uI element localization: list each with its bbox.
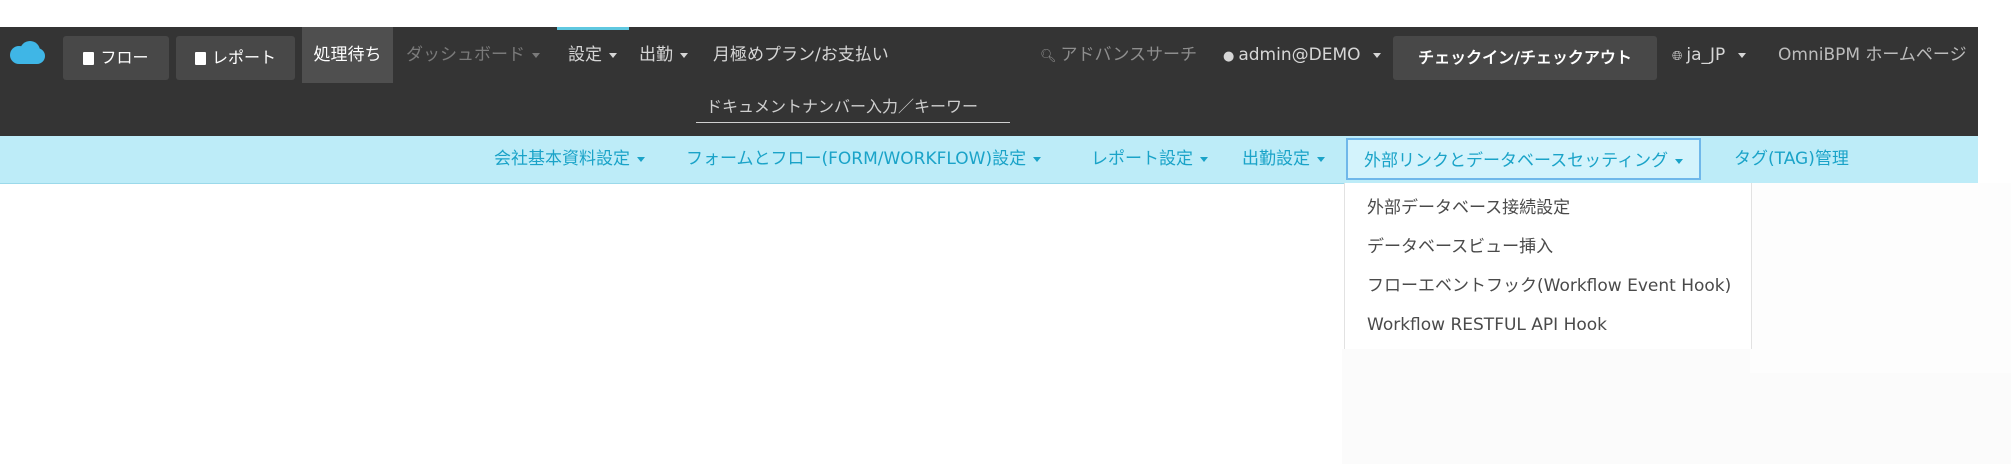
language-label: ja_JP	[1686, 45, 1726, 65]
chart-icon	[194, 51, 206, 65]
nav-attendance[interactable]: 出勤	[639, 27, 688, 83]
nav-settings[interactable]: 設定	[568, 27, 617, 83]
flow-button[interactable]: フロー	[63, 36, 169, 80]
report-button-label: レポート	[211, 48, 276, 67]
pending-tasks-button[interactable]: 処理待ち	[302, 27, 393, 83]
homepage-link[interactable]: OmniBPM ホームページ	[1778, 27, 1967, 83]
search-icon: 🔍︎	[1040, 49, 1057, 64]
user-name: admin@DEMO	[1238, 45, 1361, 65]
nav-plan-payment[interactable]: 月極めプラン/お支払い	[713, 27, 889, 83]
report-button[interactable]: レポート	[176, 36, 295, 80]
checkin-checkout-label: チェックイン/チェックアウト	[1418, 48, 1632, 67]
dropdown-item-event-hook[interactable]: フローエベントフック(Workflow Event Hook)	[1367, 267, 1731, 305]
language-selector[interactable]: 🌐︎ ja_JP	[1672, 27, 1746, 83]
subnav-tag-management[interactable]: タグ(TAG)管理	[1734, 136, 1849, 182]
external-db-dropdown: 外部データベース接続設定 データベースビュー挿入 フローエベントフック(Work…	[1344, 183, 1752, 349]
cloud-logo-icon[interactable]	[8, 40, 46, 66]
dropdown-item-db-view[interactable]: データベースビュー挿入	[1367, 228, 1553, 266]
background-shade-right	[1750, 183, 2011, 373]
document-icon	[83, 51, 95, 65]
subnav-company-basic[interactable]: 会社基本資料設定	[494, 136, 645, 182]
subnav-report-settings[interactable]: レポート設定	[1091, 136, 1208, 182]
checkin-checkout-button[interactable]: チェックイン/チェックアウト	[1393, 36, 1657, 80]
nav-dashboard[interactable]: ダッシュボード	[406, 27, 540, 83]
advanced-search-link[interactable]: 🔍︎ アドバンスサーチ	[1040, 27, 1197, 83]
settings-subnav: 会社基本資料設定 フォームとフロー(FORM/WORKFLOW)設定 レポート設…	[0, 136, 1978, 184]
user-menu[interactable]: ● admin@DEMO	[1223, 27, 1381, 83]
subnav-external-db[interactable]: 外部リンクとデータベースセッティング	[1346, 138, 1702, 180]
pending-tasks-label: 処理待ち	[313, 45, 382, 65]
advanced-search-label: アドバンスサーチ	[1060, 45, 1198, 65]
subnav-form-workflow[interactable]: フォームとフロー(FORM/WORKFLOW)設定	[686, 136, 1041, 182]
top-navbar: フロー レポート 処理待ち ダッシュボード 設定 出勤 月極めプラン/お支払い …	[0, 27, 1978, 136]
subnav-attendance-settings[interactable]: 出勤設定	[1242, 136, 1325, 182]
user-circle-icon: ●	[1223, 49, 1235, 64]
dropdown-item-restful-hook[interactable]: Workflow RESTFUL API Hook	[1367, 306, 1607, 344]
document-search-input[interactable]	[696, 91, 1010, 123]
dropdown-item-db-connection[interactable]: 外部データベース接続設定	[1367, 189, 1570, 227]
flow-button-label: フロー	[100, 48, 149, 67]
globe-icon: 🌐︎	[1672, 49, 1683, 64]
